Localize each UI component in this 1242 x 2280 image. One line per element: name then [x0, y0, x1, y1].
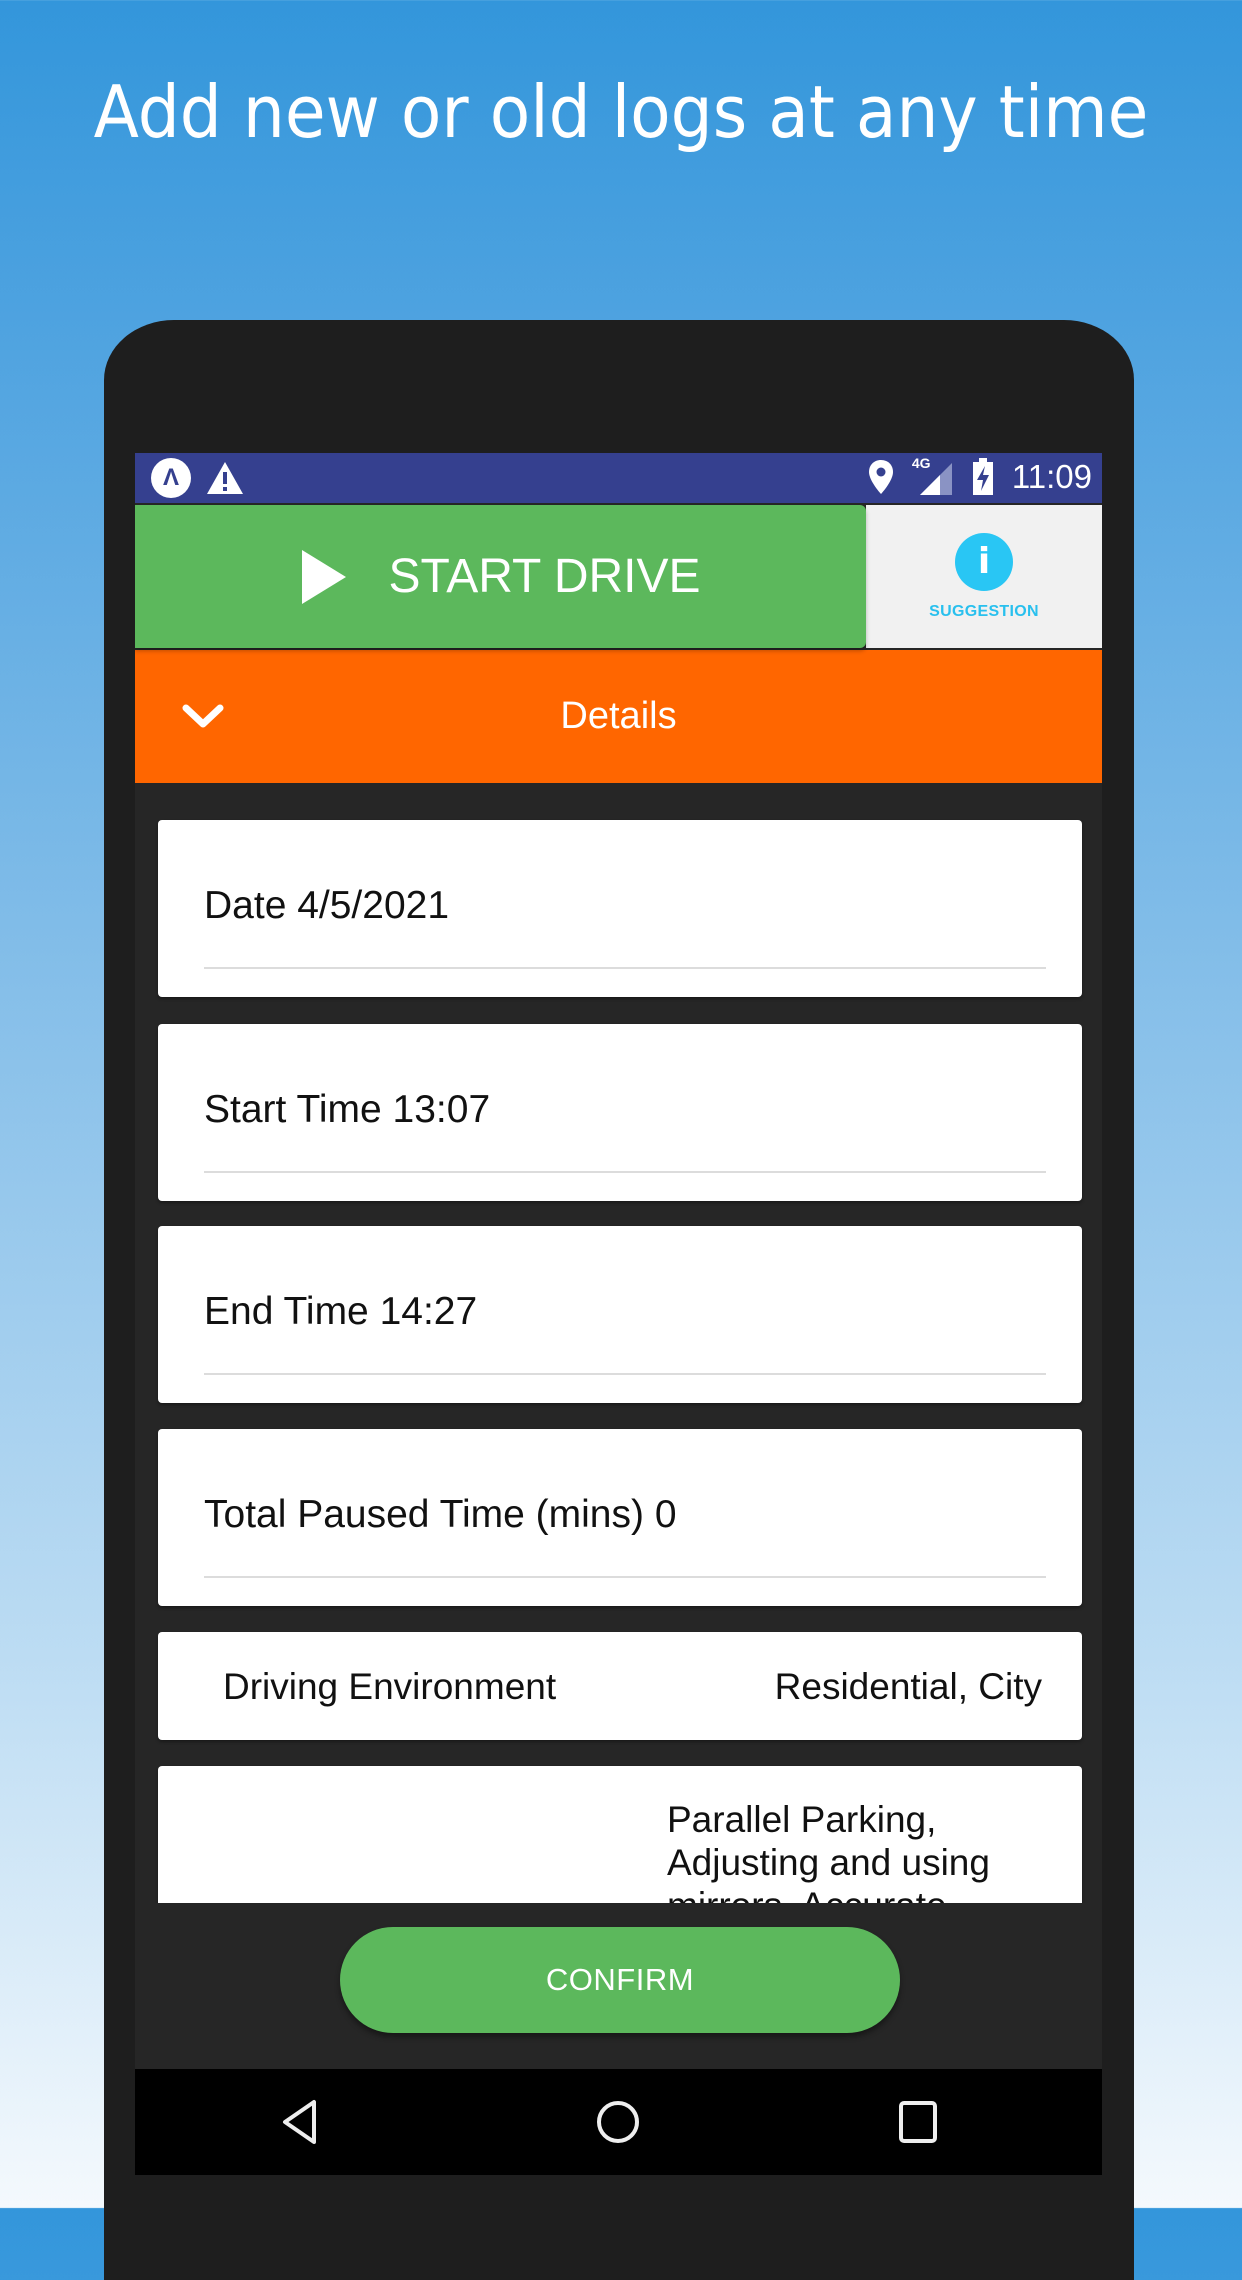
- field-underline: [204, 1576, 1046, 1578]
- back-button[interactable]: [275, 2097, 325, 2147]
- end-time-field[interactable]: End Time 14:27: [158, 1226, 1082, 1403]
- skills-row[interactable]: Parallel Parking, Adjusting and using mi…: [158, 1766, 1082, 1903]
- android-nav-bar: [135, 2069, 1102, 2175]
- app-notification-icon: Λ: [151, 458, 191, 498]
- status-time: 11:09: [1011, 458, 1092, 495]
- end-time-field-text: End Time 14:27: [204, 1290, 478, 1333]
- driving-environment-value: Residential, City: [774, 1666, 1042, 1707]
- start-drive-label: START DRIVE: [388, 550, 701, 603]
- details-form: Date 4/5/2021 Start Time 13:07 End Time …: [135, 783, 1102, 1903]
- recents-button[interactable]: [893, 2097, 943, 2147]
- battery-charging-icon: [972, 458, 993, 495]
- back-icon: [283, 2100, 316, 2144]
- driving-environment-label: Driving Environment: [223, 1666, 557, 1707]
- status-bar: Λ 4G 11:09: [135, 453, 1102, 503]
- home-icon: [597, 2101, 639, 2143]
- home-button[interactable]: [593, 2097, 643, 2147]
- date-field-text: Date 4/5/2021: [204, 884, 450, 927]
- suggestion-label: SUGGESTION: [929, 602, 1039, 620]
- recents-icon: [899, 2101, 937, 2143]
- field-underline: [204, 967, 1046, 969]
- headline: Add new or old logs at any time: [93, 70, 1149, 154]
- paused-time-field[interactable]: Total Paused Time (mins) 0: [158, 1429, 1082, 1606]
- field-underline: [204, 1373, 1046, 1375]
- signal-4g-icon: 4G: [912, 455, 954, 497]
- skills-value: Parallel Parking, Adjusting and using mi…: [667, 1799, 990, 1903]
- details-header[interactable]: Details: [135, 650, 1102, 783]
- paused-time-field-text: Total Paused Time (mins) 0: [204, 1493, 677, 1536]
- phone-screen: Λ 4G 11:09 START DRIVE i SUGGESTION Deta…: [135, 453, 1102, 2175]
- confirm-button[interactable]: CONFIRM: [340, 1927, 900, 2033]
- field-underline: [204, 1171, 1046, 1173]
- warning-icon: [207, 462, 243, 494]
- start-time-field-text: Start Time 13:07: [204, 1088, 491, 1131]
- chevron-down-icon[interactable]: [181, 702, 225, 730]
- start-time-field[interactable]: Start Time 13:07: [158, 1024, 1082, 1201]
- suggestion-button[interactable]: i SUGGESTION: [866, 505, 1102, 648]
- date-field[interactable]: Date 4/5/2021: [158, 820, 1082, 997]
- driving-environment-row[interactable]: Driving Environment Residential, City: [158, 1632, 1082, 1740]
- location-icon: [868, 460, 893, 494]
- start-drive-button[interactable]: START DRIVE: [135, 505, 866, 648]
- details-title: Details: [560, 695, 677, 737]
- info-icon: i: [955, 532, 1013, 591]
- play-icon: [302, 549, 347, 604]
- start-drive-row: START DRIVE i SUGGESTION: [135, 505, 1102, 648]
